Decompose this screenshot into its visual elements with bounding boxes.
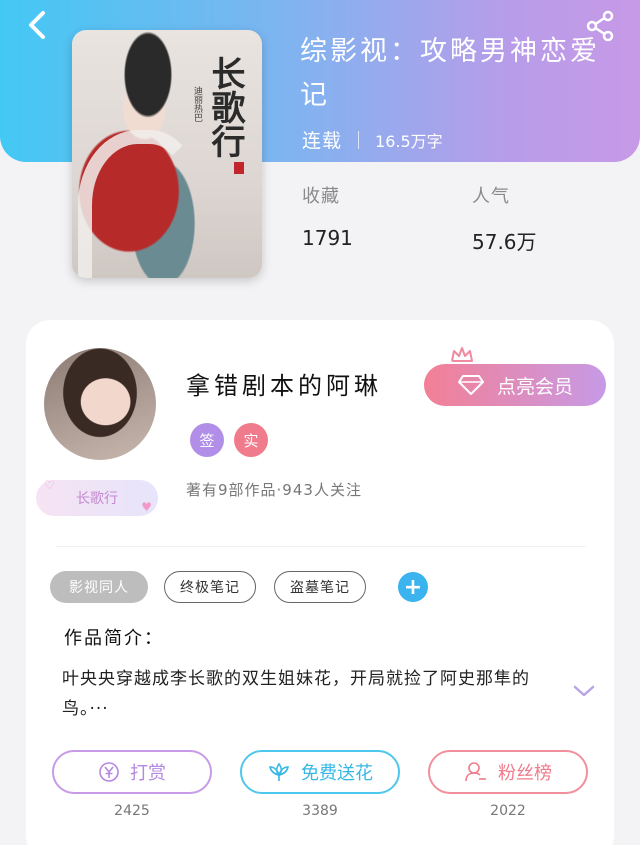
- cover-fur-shape: [78, 130, 198, 278]
- cover-subtitle: 迪丽热巴: [192, 86, 202, 122]
- intro-title: 作品简介：: [64, 628, 164, 649]
- yen-icon: [98, 761, 120, 783]
- flower-icon: [267, 761, 291, 783]
- add-tag-button[interactable]: +: [398, 572, 428, 602]
- section-divider: [56, 546, 586, 547]
- popularity-value: 57.6万: [472, 230, 537, 254]
- cover-title: 长歌行: [205, 56, 245, 158]
- tag-item[interactable]: 终极笔记: [164, 571, 256, 603]
- fan-tag-label: 长歌行: [76, 491, 118, 507]
- fan-ranking-count: 2022: [490, 803, 526, 819]
- tip-label: 打赏: [130, 763, 166, 784]
- user-icon: [464, 760, 488, 784]
- diamond-icon: [457, 375, 484, 395]
- verified-badge: 实: [234, 423, 268, 457]
- crown-icon: [451, 347, 473, 362]
- cover-seal: [234, 162, 244, 174]
- book-title: 综影视：攻略男神恋爱记: [300, 36, 600, 111]
- book-cover[interactable]: 长歌行 迪丽热巴: [72, 30, 262, 278]
- send-flower-button[interactable]: 免费送花: [240, 750, 400, 794]
- back-button[interactable]: [20, 8, 54, 42]
- favorites-stat: 收藏 1791: [302, 182, 353, 250]
- favorites-value: 1791: [302, 226, 353, 250]
- popularity-label: 人气: [472, 186, 510, 207]
- signed-badge: 签: [190, 423, 224, 457]
- fan-ranking-button[interactable]: 粉丝榜: [428, 750, 588, 794]
- author-stats: 著有9部作品·943人关注: [186, 481, 362, 499]
- tip-button[interactable]: 打赏: [52, 750, 212, 794]
- meta-divider: [358, 130, 360, 149]
- tip-count: 2425: [114, 803, 150, 819]
- vip-button-label: 点亮会员: [496, 375, 573, 398]
- fan-tag[interactable]: ♡ 长歌行 ♥: [36, 478, 158, 516]
- heart-icon: ♥: [141, 500, 152, 514]
- heart-icon: ♡: [44, 478, 55, 492]
- word-count: 16.5万字: [375, 131, 443, 151]
- chevron-left-icon: [29, 11, 45, 39]
- intro-text: 叶央央穿越成李长歌的双生姐妹花，开局就捡了阿史那隼的鸟。···: [62, 669, 530, 719]
- vip-button[interactable]: 点亮会员: [424, 364, 606, 406]
- tag-item[interactable]: 影视同人: [50, 571, 148, 603]
- author-avatar[interactable]: [44, 348, 156, 460]
- tag-item[interactable]: 盗墓笔记: [274, 571, 366, 603]
- favorites-label: 收藏: [302, 186, 340, 207]
- book-meta: 连载 16.5万字: [302, 126, 443, 153]
- author-name[interactable]: 拿错剧本的阿琳: [186, 366, 382, 401]
- popularity-stat: 人气 57.6万: [472, 182, 537, 255]
- chevron-down-icon[interactable]: [572, 683, 596, 699]
- fan-ranking-label: 粉丝榜: [498, 763, 552, 784]
- send-flower-label: 免费送花: [301, 763, 373, 784]
- flower-count: 3389: [302, 803, 338, 819]
- serial-status: 连载: [302, 130, 343, 152]
